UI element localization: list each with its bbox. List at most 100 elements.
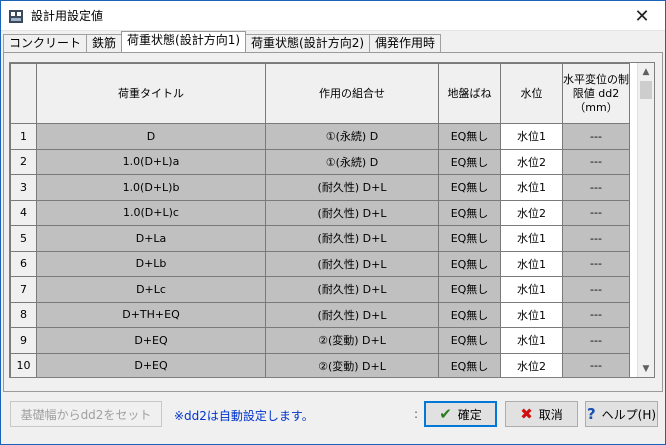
- cell-load-title: 1.0(D+L)b: [36, 174, 266, 201]
- cell-combination: ①(永続) D: [265, 123, 439, 150]
- tab-load-direction-2[interactable]: 荷重状態(設計方向2): [245, 34, 371, 52]
- header-water-level[interactable]: 水位: [500, 63, 563, 124]
- cell-water-level[interactable]: 水位1: [500, 174, 563, 201]
- cancel-button[interactable]: ✖ 取消: [505, 401, 578, 427]
- row-number: 6: [10, 250, 37, 277]
- cell-ground-spring: EQ無し: [438, 301, 501, 328]
- cell-water-level[interactable]: 水位2: [500, 148, 563, 175]
- cell-water-level[interactable]: 水位2: [500, 352, 563, 377]
- cell-combination: (耐久性) D+L: [265, 199, 439, 226]
- table-row[interactable]: 1 D ①(永続) D EQ無し 水位1 ---: [10, 123, 630, 150]
- cell-load-title: D+EQ: [36, 327, 266, 354]
- button-bar: 基礎幅からdd2をセット ※dd2は自動設定します。 : ✔ 確定 ✖ 取消 ?…: [1, 392, 665, 444]
- window-title: 設計用設定値: [31, 9, 104, 23]
- tab-strip: コンクリート 鉄筋 荷重状態(設計方向1) 荷重状態(設計方向2) 偶発作用時: [3, 31, 663, 52]
- cell-water-level[interactable]: 水位1: [500, 327, 563, 354]
- vertical-scrollbar[interactable]: ▲ ▼: [637, 63, 654, 377]
- checkmark-icon: ✔: [439, 405, 452, 423]
- cell-combination: ①(永続) D: [265, 148, 439, 175]
- table-row[interactable]: 7 D+Lc (耐久性) D+L EQ無し 水位1 ---: [10, 276, 630, 303]
- cancel-label: 取消: [538, 407, 563, 422]
- cell-displacement-limit: ---: [562, 352, 630, 377]
- cell-water-level[interactable]: 水位2: [500, 199, 563, 226]
- help-label: ヘルプ(H): [601, 407, 657, 422]
- row-number: 5: [10, 225, 37, 252]
- tab-concrete[interactable]: コンクリート: [3, 34, 88, 52]
- separator-dot: :: [414, 407, 419, 421]
- cell-ground-spring: EQ無し: [438, 276, 501, 303]
- row-number: 10: [10, 352, 37, 377]
- table-row[interactable]: 4 1.0(D+L)c (耐久性) D+L EQ無し 水位2 ---: [10, 199, 630, 226]
- cell-load-title: D+La: [36, 225, 266, 252]
- table-row[interactable]: 5 D+La (耐久性) D+L EQ無し 水位1 ---: [10, 225, 630, 252]
- header-combination[interactable]: 作用の組合せ: [265, 63, 439, 124]
- cell-load-title: D+TH+EQ: [36, 301, 266, 328]
- header-displacement-limit[interactable]: 水平変位の制限値 dd2（mm）: [562, 63, 630, 124]
- cell-displacement-limit: ---: [562, 174, 630, 201]
- cell-combination: (耐久性) D+L: [265, 250, 439, 277]
- table-row[interactable]: 2 1.0(D+L)a ①(永続) D EQ無し 水位2 ---: [10, 148, 630, 175]
- row-number: 1: [10, 123, 37, 150]
- header-load-title[interactable]: 荷重タイトル: [36, 63, 266, 124]
- cell-combination: (耐久性) D+L: [265, 225, 439, 252]
- table-row[interactable]: 6 D+Lb (耐久性) D+L EQ無し 水位1 ---: [10, 250, 630, 277]
- row-number: 3: [10, 174, 37, 201]
- cell-water-level[interactable]: 水位1: [500, 250, 563, 277]
- cancel-x-icon: ✖: [520, 405, 533, 423]
- cell-load-title: D: [36, 123, 266, 150]
- row-number: 8: [10, 301, 37, 328]
- cell-combination: (耐久性) D+L: [265, 276, 439, 303]
- table-row[interactable]: 9 D+EQ ②(変動) D+L EQ無し 水位1 ---: [10, 327, 630, 354]
- cell-load-title: 1.0(D+L)c: [36, 199, 266, 226]
- cell-combination: (耐久性) D+L: [265, 174, 439, 201]
- table-row[interactable]: 10 D+EQ ②(変動) D+L EQ無し 水位2 ---: [10, 352, 630, 377]
- cell-load-title: D+Lc: [36, 276, 266, 303]
- cell-ground-spring: EQ無し: [438, 352, 501, 377]
- cell-displacement-limit: ---: [562, 123, 630, 150]
- cell-displacement-limit: ---: [562, 148, 630, 175]
- cell-displacement-limit: ---: [562, 225, 630, 252]
- tab-panel: 荷重タイトル 作用の組合せ 地盤ばね 水位 水平変位の制限値 dd2（mm） 1…: [3, 52, 663, 392]
- dd2-note: ※dd2は自動設定します。: [174, 409, 314, 423]
- cell-displacement-limit: ---: [562, 327, 630, 354]
- cell-displacement-limit: ---: [562, 301, 630, 328]
- row-number: 4: [10, 199, 37, 226]
- cell-combination: ②(変動) D+L: [265, 327, 439, 354]
- cell-ground-spring: EQ無し: [438, 199, 501, 226]
- cell-displacement-limit: ---: [562, 250, 630, 277]
- cell-load-title: D+Lb: [36, 250, 266, 277]
- cell-combination: (耐久性) D+L: [265, 301, 439, 328]
- table-row[interactable]: 8 D+TH+EQ (耐久性) D+L EQ無し 水位1 ---: [10, 301, 630, 328]
- load-table: 荷重タイトル 作用の組合せ 地盤ばね 水位 水平変位の制限値 dd2（mm） 1…: [10, 63, 630, 377]
- confirm-label: 確定: [457, 407, 482, 422]
- row-number: 7: [10, 276, 37, 303]
- help-button[interactable]: ? ヘルプ(H): [585, 401, 658, 427]
- scroll-up-icon[interactable]: ▲: [638, 63, 654, 80]
- tab-accidental[interactable]: 偶発作用時: [369, 34, 442, 52]
- app-icon: [7, 7, 25, 25]
- cell-load-title: 1.0(D+L)a: [36, 148, 266, 175]
- cell-water-level[interactable]: 水位1: [500, 276, 563, 303]
- cell-load-title: D+EQ: [36, 352, 266, 377]
- cell-ground-spring: EQ無し: [438, 250, 501, 277]
- tab-rebar[interactable]: 鉄筋: [86, 34, 123, 52]
- confirm-button[interactable]: ✔ 確定: [424, 401, 497, 427]
- cell-ground-spring: EQ無し: [438, 148, 501, 175]
- close-button[interactable]: ✕: [619, 1, 665, 31]
- cell-ground-spring: EQ無し: [438, 123, 501, 150]
- cell-water-level[interactable]: 水位1: [500, 225, 563, 252]
- scroll-down-icon[interactable]: ▼: [638, 360, 654, 377]
- corner-header: [10, 63, 37, 124]
- cell-ground-spring: EQ無し: [438, 174, 501, 201]
- tab-load-direction-1[interactable]: 荷重状態(設計方向1): [121, 31, 247, 52]
- header-ground-spring[interactable]: 地盤ばね: [438, 63, 501, 124]
- cell-combination: ②(変動) D+L: [265, 352, 439, 377]
- scroll-thumb[interactable]: [640, 81, 652, 99]
- cell-water-level[interactable]: 水位1: [500, 301, 563, 328]
- set-dd2-from-width-button[interactable]: 基礎幅からdd2をセット: [10, 401, 162, 427]
- row-number: 9: [10, 327, 37, 354]
- help-question-icon: ?: [586, 405, 596, 423]
- cell-water-level[interactable]: 水位1: [500, 123, 563, 150]
- table-row[interactable]: 3 1.0(D+L)b (耐久性) D+L EQ無し 水位1 ---: [10, 174, 630, 201]
- load-grid: 荷重タイトル 作用の組合せ 地盤ばね 水位 水平変位の制限値 dd2（mm） 1…: [9, 62, 655, 378]
